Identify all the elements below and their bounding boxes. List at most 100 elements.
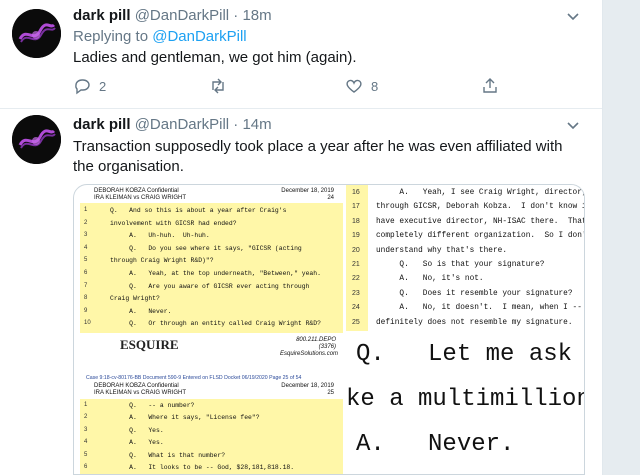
zoom-line: ke a multimillion bbox=[346, 386, 585, 413]
line-text: involvement with GICSR had ended? bbox=[110, 219, 237, 227]
doc-header-right: December 18, 2019 25 bbox=[270, 383, 334, 397]
doc-header-date: December 18, 2019 bbox=[281, 188, 334, 194]
line-text: A. Yes. bbox=[110, 439, 164, 447]
line-text: through GICSR, Deborah Kobza. I don't kn… bbox=[376, 203, 584, 212]
line-text: A. Yeah, I see Craig Wright, director, a… bbox=[376, 189, 585, 197]
retweet-button[interactable] bbox=[209, 77, 235, 95]
handle[interactable]: @DanDarkPill bbox=[135, 116, 229, 133]
esquire-contact: 800.211.DEPO (3376) EsquireSolutions.com bbox=[280, 337, 339, 358]
doc-header-case: IRA KLEIMAN vs CRAIG WRIGHT bbox=[94, 195, 187, 201]
line-number: 17 bbox=[352, 203, 360, 211]
line-text: have executive director, NH-ISAC there. … bbox=[376, 217, 585, 226]
doc-header-left: DEBORAH KOBZA Confidential IRA KLEIMAN v… bbox=[94, 383, 186, 397]
replying-to: Replying to @DanDarkPill bbox=[73, 28, 247, 45]
line-number: 7 bbox=[84, 282, 88, 289]
line-number: 2 bbox=[84, 414, 88, 421]
line-number: 19 bbox=[352, 232, 360, 240]
line-number: 1 bbox=[84, 207, 88, 213]
line-text: A. Uh-huh. Uh-huh. bbox=[110, 232, 210, 240]
doc-header-left: DEBORAH KOBZA Confidential IRA KLEIMAN v… bbox=[94, 188, 186, 202]
esquire-site: EsquireSolutions.com bbox=[280, 351, 339, 357]
reply-count: 2 bbox=[99, 78, 107, 94]
display-name[interactable]: dark pill bbox=[73, 116, 131, 133]
transcript-page-25: Case 9:18-cv-80176-BB Document 590-9 Ent… bbox=[80, 372, 344, 474]
separator: · bbox=[233, 116, 239, 133]
line-text: Q. And so this is about a year after Cra… bbox=[110, 207, 287, 214]
handle[interactable]: @DanDarkPill bbox=[135, 7, 229, 24]
esquire-logo: ESQUIRE bbox=[120, 337, 179, 352]
zoom-line: Q. Let me ask bbox=[356, 341, 573, 368]
reply-icon bbox=[75, 79, 90, 95]
like-button[interactable]: 8 bbox=[345, 77, 378, 95]
tweet-text: Ladies and gentleman, we got him (again)… bbox=[73, 49, 357, 66]
case-line: Case 9:18-cv-80176-BB Document 590-9 Ent… bbox=[86, 375, 302, 381]
timestamp[interactable]: 18m bbox=[242, 7, 271, 24]
line-number: 4 bbox=[84, 439, 88, 446]
line-number: 2 bbox=[84, 219, 88, 226]
pill-logo-icon bbox=[12, 115, 61, 164]
doc-header-page: 24 bbox=[327, 195, 334, 201]
transcript-page-24: DEBORAH KOBZA Confidential IRA KLEIMAN v… bbox=[80, 187, 344, 357]
avatar[interactable] bbox=[12, 115, 61, 164]
line-text: Q. -- a number? bbox=[110, 402, 195, 409]
line-text: Q. Do you see where it says, "GICSR (act… bbox=[110, 244, 302, 252]
esquire-phone: 800.211.DEPO (3376) bbox=[296, 337, 336, 350]
line-number: 24 bbox=[352, 304, 360, 312]
doc-header-date: December 18, 2019 bbox=[281, 383, 334, 389]
line-text: Q. What is that number? bbox=[110, 451, 226, 459]
line-number: 3 bbox=[84, 426, 88, 433]
chevron-down-icon[interactable] bbox=[566, 119, 580, 133]
line-number: 1 bbox=[84, 402, 88, 408]
line-text: A. No, it's not. bbox=[376, 275, 484, 284]
doc-header-deponent: DEBORAH KOBZA Confidential bbox=[94, 188, 179, 194]
tweet-actions: 2 8 bbox=[73, 77, 513, 97]
zoomed-transcript: Q. Let me ask ke a multimillion A. Never… bbox=[346, 331, 585, 474]
line-text: through Craig Wright R&D)"? bbox=[110, 257, 214, 265]
zoom-line: A. Never. bbox=[356, 431, 515, 458]
reply-button[interactable]: 2 bbox=[73, 77, 106, 95]
tweet-image[interactable]: DEBORAH KOBZA Confidential IRA KLEIMAN v… bbox=[73, 184, 585, 475]
share-icon bbox=[483, 78, 497, 93]
display-name[interactable]: dark pill bbox=[73, 7, 131, 24]
avatar[interactable] bbox=[12, 9, 61, 58]
line-text: Craig Wright? bbox=[110, 295, 160, 303]
tweet[interactable]: dark pill @DanDarkPill · 18m Replying to… bbox=[0, 0, 602, 108]
line-number: 21 bbox=[352, 261, 360, 268]
like-icon bbox=[346, 79, 362, 93]
line-text: definitely does not resemble my signatur… bbox=[376, 318, 573, 327]
tweet-text: Transaction supposedly took place a year… bbox=[73, 138, 563, 175]
line-number: 4 bbox=[84, 244, 88, 251]
tweet-header: dark pill @DanDarkPill · 14m bbox=[73, 116, 272, 133]
line-text: understand why that's there. bbox=[376, 246, 508, 255]
line-number: 22 bbox=[352, 275, 360, 283]
timeline-panel: dark pill @DanDarkPill · 18m Replying to… bbox=[0, 0, 603, 475]
doc-header-page: 25 bbox=[327, 390, 334, 396]
line-text: Q. So is that your signature? bbox=[376, 261, 545, 269]
share-button[interactable] bbox=[481, 77, 499, 95]
line-number: 6 bbox=[84, 270, 88, 276]
line-number: 23 bbox=[352, 289, 360, 297]
line-text: Q. Or through an entity called Craig Wri… bbox=[110, 320, 321, 328]
transcript-page-right: 16 A. Yeah, I see Craig Wright, director… bbox=[346, 185, 585, 331]
line-text: A. No, it doesn't. I mean, when I -- no.… bbox=[399, 304, 582, 313]
line-text: Q. Yes. bbox=[110, 426, 164, 434]
timestamp[interactable]: 14m bbox=[242, 116, 271, 133]
tweet-header: dark pill @DanDarkPill · 18m bbox=[73, 7, 272, 24]
line-text: A. Where it says, "License fee"? bbox=[110, 414, 260, 422]
line-number: 18 bbox=[352, 217, 360, 225]
right-sidebar bbox=[603, 0, 640, 475]
doc-header-right: December 18, 2019 24 bbox=[270, 188, 334, 202]
line-number: 5 bbox=[84, 257, 88, 264]
replying-to-label: Replying to bbox=[73, 28, 149, 45]
line-text: completely different organization. So I … bbox=[376, 232, 585, 241]
line-number: 16 bbox=[352, 189, 360, 196]
replying-to-handle[interactable]: @DanDarkPill bbox=[152, 28, 246, 45]
line-text: A. Never. bbox=[110, 307, 172, 315]
line-number: 20 bbox=[352, 246, 360, 254]
line-number: 3 bbox=[84, 232, 88, 239]
chevron-down-icon[interactable] bbox=[566, 10, 580, 24]
line-number: 5 bbox=[84, 451, 88, 458]
line-number: 25 bbox=[352, 318, 360, 326]
retweet-icon bbox=[212, 78, 224, 94]
line-number: 8 bbox=[84, 295, 88, 302]
